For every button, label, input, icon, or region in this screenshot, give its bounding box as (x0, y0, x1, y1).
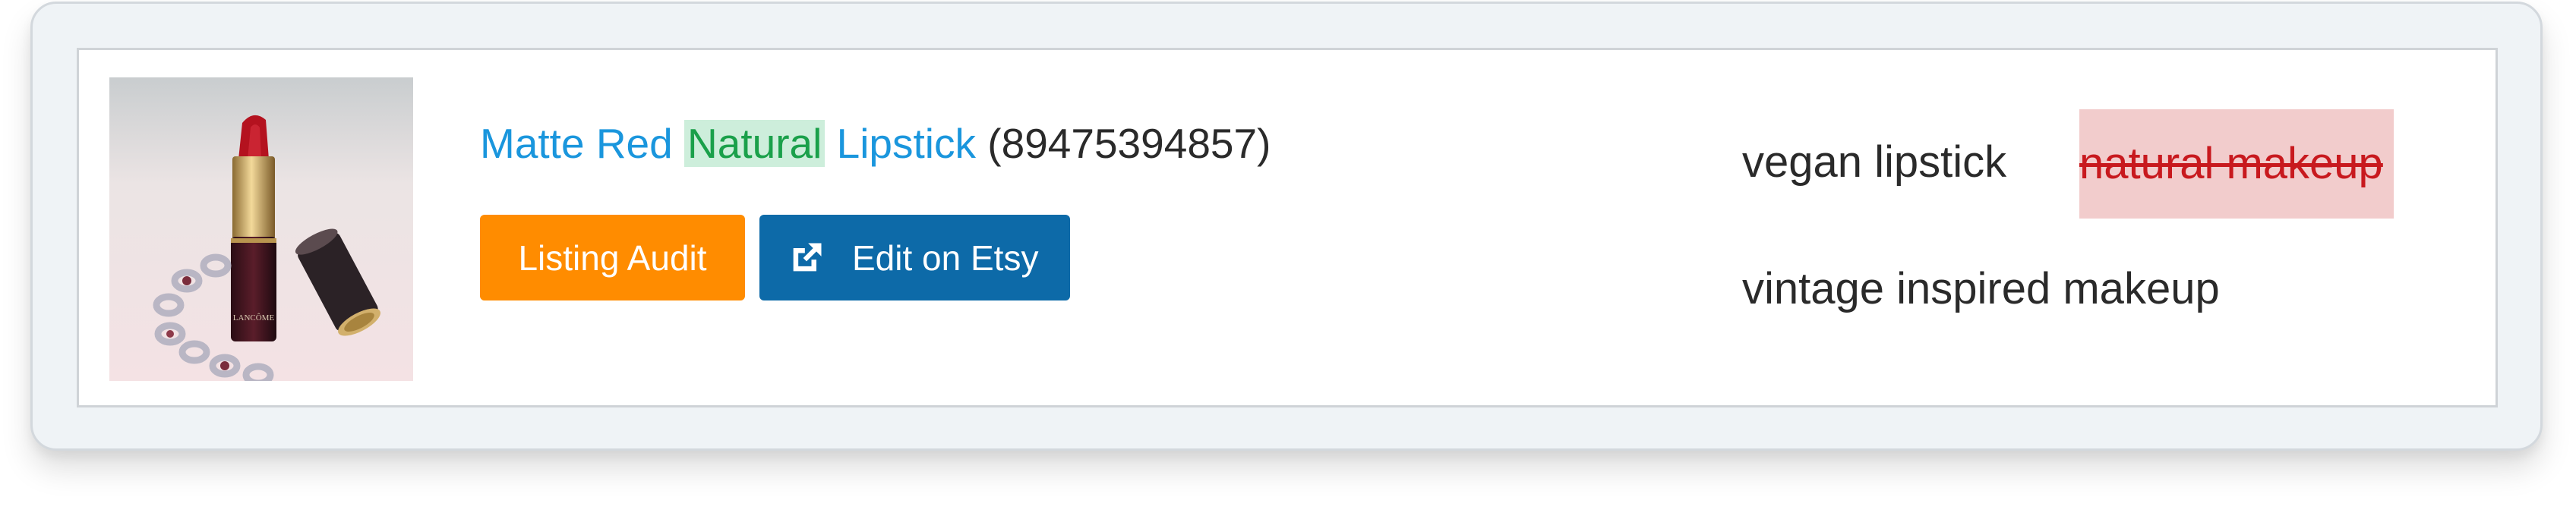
tag-removed-natural-makeup: natural makeup (2079, 109, 2394, 219)
product-thumbnail[interactable]: LANCÔME (109, 77, 413, 381)
edit-on-etsy-button[interactable]: Edit on Etsy (759, 215, 1070, 300)
listing-row: LANCÔME Matte Red Natural Lipstick (8947… (77, 48, 2498, 407)
listing-title: Matte Red Natural Lipstick (89475394857) (480, 117, 1271, 170)
edit-on-etsy-label: Edit on Etsy (852, 238, 1039, 278)
tag-vintage-inspired-makeup: vintage inspired makeup (1742, 264, 2220, 313)
title-text-part1: Matte Red (480, 120, 685, 167)
svg-text:LANCÔME: LANCÔME (233, 313, 275, 322)
listing-card: LANCÔME Matte Red Natural Lipstick (8947… (30, 2, 2543, 451)
listing-id: (89475394857) (987, 120, 1271, 167)
listing-audit-label: Listing Audit (518, 238, 707, 278)
tag-vegan-lipstick: vegan lipstick (1742, 137, 2007, 187)
lipstick-image: LANCÔME (109, 77, 413, 381)
external-link-icon (793, 243, 822, 271)
title-keyword-highlight: Natural (684, 120, 826, 167)
title-text-part2: Lipstick (825, 120, 977, 167)
listing-title-link[interactable]: Matte Red Natural Lipstick (480, 120, 976, 167)
listing-audit-button[interactable]: Listing Audit (480, 215, 745, 300)
